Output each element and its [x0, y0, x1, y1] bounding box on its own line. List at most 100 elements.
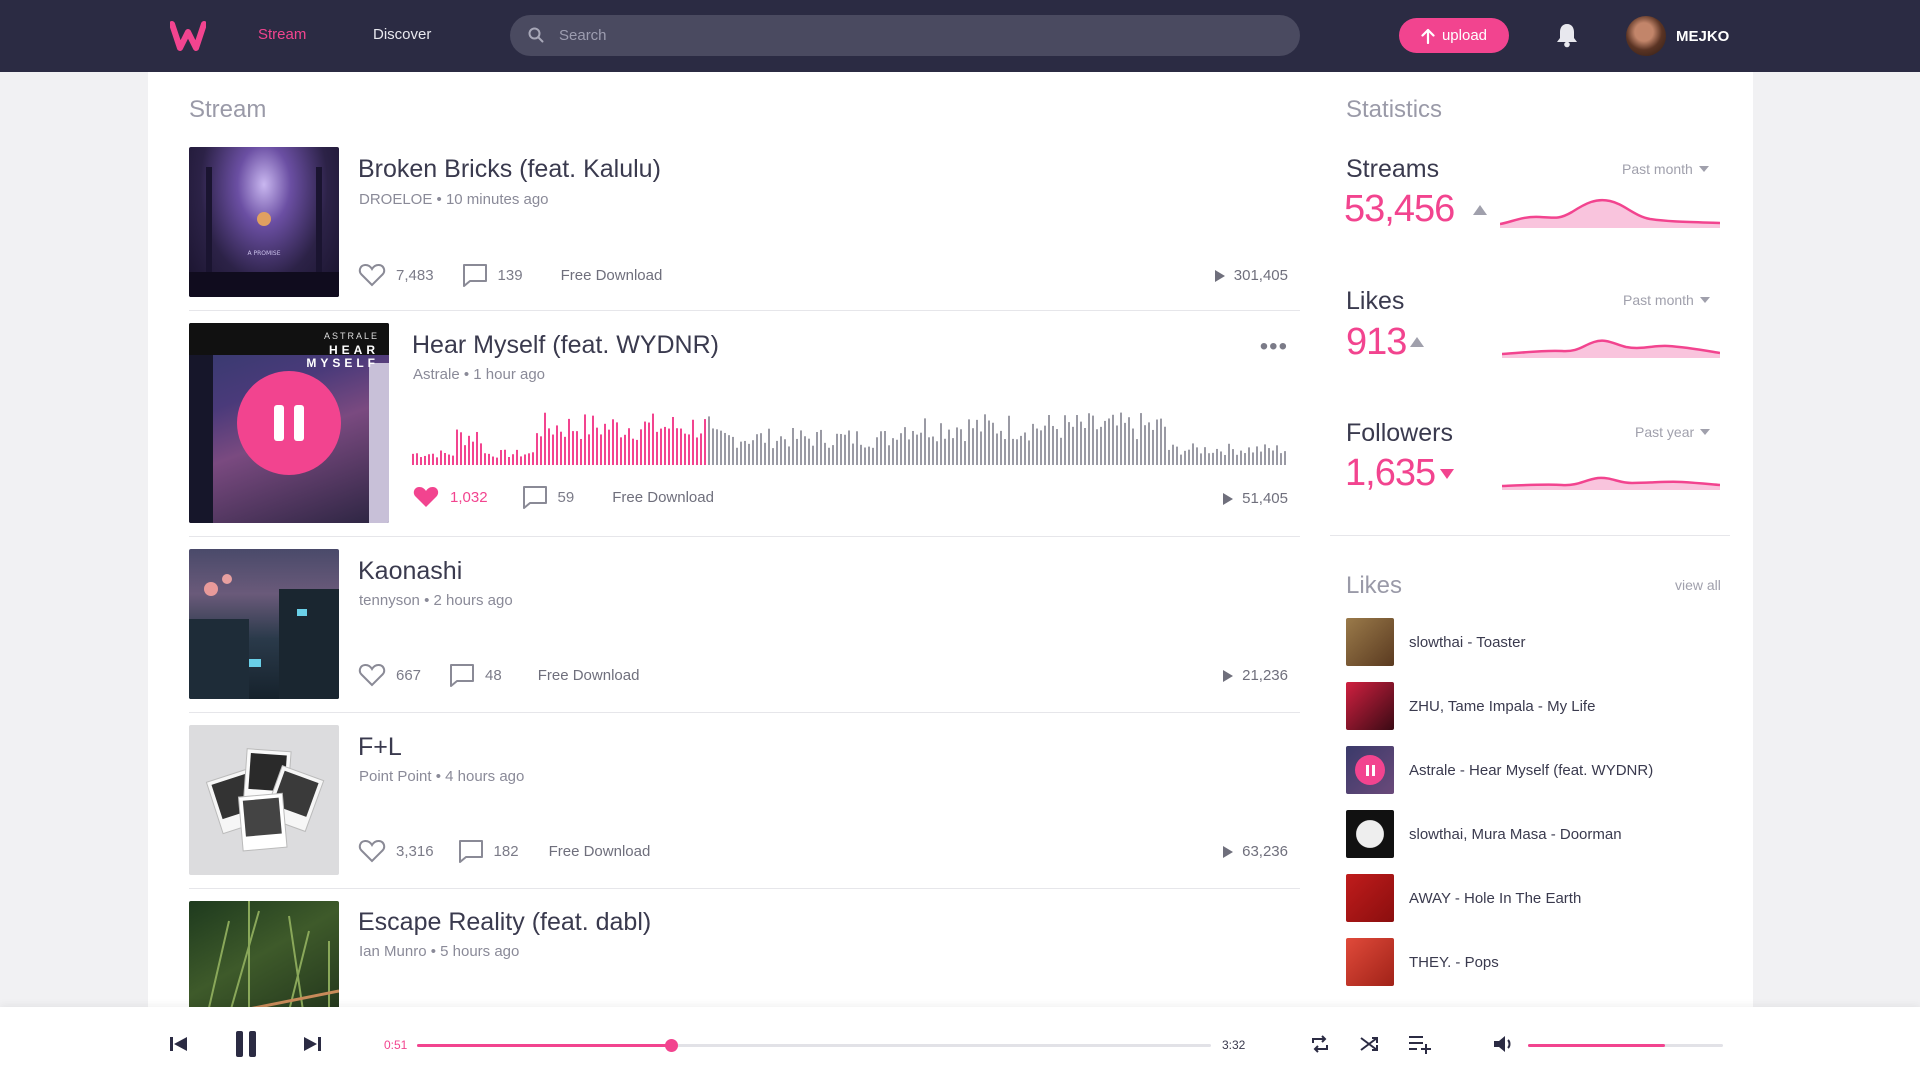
track-title[interactable]: Broken Bricks (feat. Kalulu)	[358, 155, 661, 184]
more-options-icon[interactable]: •••	[1260, 335, 1288, 359]
stat-likes-value: 913	[1346, 321, 1407, 363]
waveform-bar	[816, 432, 818, 465]
pause-icon[interactable]	[1355, 755, 1385, 785]
pause-icon[interactable]	[234, 1031, 258, 1057]
notification-bell-icon[interactable]	[1555, 22, 1579, 48]
track-artwork[interactable]	[189, 549, 339, 699]
waveform-bar	[1208, 453, 1210, 465]
track-artist[interactable]: tennyson	[359, 592, 420, 609]
track-item-playing: ASTRALE HEAR MYSELF Hear Myself (feat. W…	[189, 323, 1300, 523]
like-button[interactable]: 667	[358, 663, 421, 687]
like-button[interactable]: 1,032	[412, 485, 488, 509]
track-title[interactable]: F+L	[358, 733, 402, 762]
waveform-bar	[612, 419, 614, 465]
track-artwork[interactable]: A PROMISE	[189, 147, 339, 297]
waveform-bar	[424, 455, 426, 465]
avatar[interactable]	[1626, 16, 1666, 56]
art-text-artist: ASTRALE	[323, 331, 379, 341]
search-bar[interactable]	[510, 15, 1300, 56]
track-title[interactable]: Kaonashi	[358, 557, 462, 586]
previous-track-icon[interactable]	[170, 1036, 188, 1052]
waveform-bar	[780, 436, 782, 465]
liked-track-item[interactable]: THEY. - Pops	[1346, 938, 1726, 986]
track-artwork[interactable]	[189, 901, 339, 1007]
waveform-bar	[856, 431, 858, 465]
track-artist[interactable]: DROELOE	[359, 191, 432, 208]
liked-track-item[interactable]: Astrale - Hear Myself (feat. WYDNR)	[1346, 746, 1726, 794]
waveform-bar	[1240, 450, 1242, 465]
stat-period-dropdown[interactable]: Past month	[1622, 161, 1709, 177]
free-download-link[interactable]: Free Download	[549, 843, 651, 860]
waveform-bar	[836, 433, 838, 465]
free-download-link[interactable]: Free Download	[612, 489, 714, 506]
waveform-bar	[944, 438, 946, 465]
logo-icon[interactable]	[170, 18, 206, 54]
liked-track-item[interactable]: ZHU, Tame Impala - My Life	[1346, 682, 1726, 730]
comment-button[interactable]: 48	[449, 663, 502, 687]
volume-icon[interactable]	[1493, 1035, 1515, 1053]
waveform-bar	[740, 441, 742, 465]
waveform-bar	[716, 429, 718, 465]
liked-track-item[interactable]: AWAY - Hole In The Earth	[1346, 874, 1726, 922]
waveform-bar	[772, 448, 774, 465]
search-input[interactable]	[559, 15, 1259, 56]
pause-button[interactable]	[237, 371, 341, 475]
divider	[1330, 535, 1730, 536]
waveform-bar	[796, 438, 798, 465]
waveform-bar	[1280, 453, 1282, 465]
nav-stream-link[interactable]: Stream	[258, 26, 306, 43]
play-icon	[1223, 845, 1234, 858]
free-download-link[interactable]: Free Download	[561, 267, 663, 284]
waveform-bar	[736, 447, 738, 465]
waveform-bar	[568, 418, 570, 465]
waveform-bar	[592, 415, 594, 465]
art-text-title-2: MYSELF	[306, 356, 379, 370]
stat-period-dropdown[interactable]: Past month	[1623, 292, 1710, 308]
waveform-bar	[964, 441, 966, 465]
like-button[interactable]: 3,316	[358, 839, 434, 863]
waveform-bar	[488, 453, 490, 465]
progress-bar[interactable]	[417, 1039, 1211, 1052]
trend-down-icon	[1440, 469, 1454, 479]
shuffle-icon[interactable]	[1359, 1034, 1379, 1054]
liked-track-item[interactable]: slowthai, Mura Masa - Doorman	[1346, 810, 1726, 858]
track-title[interactable]: Hear Myself (feat. WYDNR)	[412, 331, 719, 360]
comment-button[interactable]: 139	[462, 263, 523, 287]
username[interactable]: MEJKO	[1676, 28, 1729, 45]
free-download-link[interactable]: Free Download	[538, 667, 640, 684]
waveform-bar	[1200, 453, 1202, 465]
heart-outline-icon	[358, 839, 386, 863]
comment-button[interactable]: 182	[458, 839, 519, 863]
liked-track-item[interactable]: slowthai - Toaster	[1346, 618, 1726, 666]
track-artist[interactable]: Point Point	[359, 768, 432, 785]
waveform-bar	[552, 434, 554, 465]
waveform-bar	[1212, 452, 1214, 465]
progress-knob[interactable]	[665, 1039, 679, 1052]
like-button[interactable]: 7,483	[358, 263, 434, 287]
waveform-bar	[616, 422, 618, 465]
stat-period-dropdown[interactable]: Past year	[1635, 424, 1711, 440]
progress-fill	[417, 1044, 672, 1047]
waveform[interactable]	[412, 403, 1288, 465]
track-artist[interactable]: Ian Munro	[359, 943, 427, 960]
comment-count: 139	[497, 266, 523, 284]
waveform-bar	[1104, 420, 1106, 465]
add-to-queue-icon[interactable]	[1408, 1034, 1432, 1054]
waveform-bar	[708, 416, 710, 465]
track-title[interactable]: Escape Reality (feat. dabl)	[358, 908, 651, 937]
next-track-icon[interactable]	[303, 1036, 321, 1052]
track-artist[interactable]: Astrale	[413, 366, 460, 383]
upload-button[interactable]: upload	[1399, 18, 1509, 53]
nav-discover-link[interactable]: Discover	[373, 26, 431, 43]
repeat-icon[interactable]	[1310, 1034, 1330, 1054]
divider	[189, 888, 1300, 889]
stat-streams-value: 53,456	[1344, 188, 1455, 230]
view-all-link[interactable]: view all	[1675, 577, 1721, 593]
track-artwork[interactable]: ASTRALE HEAR MYSELF	[189, 323, 389, 523]
comment-button[interactable]: 59	[522, 485, 574, 509]
track-artwork[interactable]	[189, 725, 339, 875]
waveform-bar	[684, 433, 686, 465]
volume-slider[interactable]	[1528, 1044, 1723, 1047]
meta-separator: •	[430, 943, 441, 960]
play-count: 63,236	[1222, 843, 1288, 860]
